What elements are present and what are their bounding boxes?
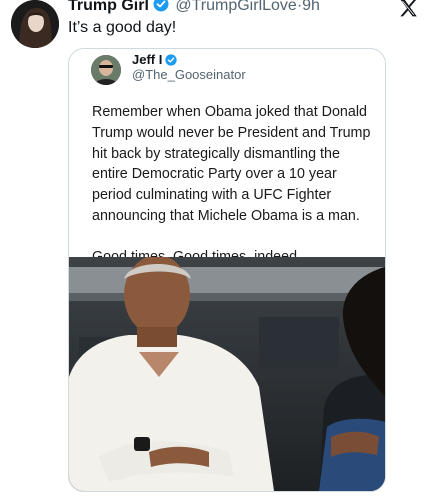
post-time[interactable]: 9h [302, 0, 320, 14]
quoted-author-avatar[interactable] [91, 55, 121, 85]
quoted-post-card[interactable]: Jeff I @The_Gooseinator Remember when Ob… [68, 48, 386, 492]
post-text: It’s a good day! [68, 19, 177, 36]
quoted-post-text: Remember when Obama joked that Donald Tr… [92, 104, 371, 224]
author-avatar[interactable] [11, 0, 59, 48]
quoted-post-photo[interactable] [69, 257, 385, 491]
author-handle[interactable]: @TrumpGirlLove [175, 0, 296, 14]
author-name[interactable]: Trump Girl [68, 0, 149, 14]
verified-badge-icon [153, 0, 169, 18]
quoted-author-handle[interactable]: @The_Gooseinator [132, 67, 246, 83]
x-logo-icon[interactable] [398, 0, 418, 23]
quoted-post-body: Remember when Obama joked that Donald Tr… [92, 102, 377, 268]
post-header: Trump Girl @TrumpGirlLove·9h [68, 0, 394, 18]
quoted-author-name-text: Jeff I [132, 52, 163, 67]
